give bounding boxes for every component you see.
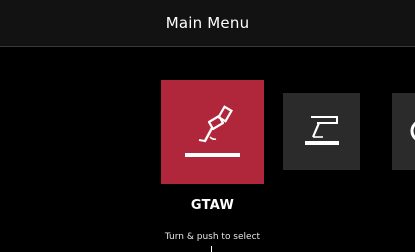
stick-electrode-icon [305,116,339,145]
tig-torch-icon [185,105,240,157]
knob-indicator [211,246,212,252]
menu-item-next[interactable] [392,93,415,170]
main-menu-screen: Main Menu GTAW Turn & push to select [0,0,415,252]
title-bar: Main Menu [0,0,415,47]
menu-item-stick[interactable] [283,93,360,170]
select-hint: Turn & push to select [164,232,261,242]
page-title: Main Menu [165,14,250,32]
menu-item-gtaw[interactable] [161,80,264,184]
next-process-icon [410,121,415,141]
selected-item-label: GTAW [190,198,235,213]
